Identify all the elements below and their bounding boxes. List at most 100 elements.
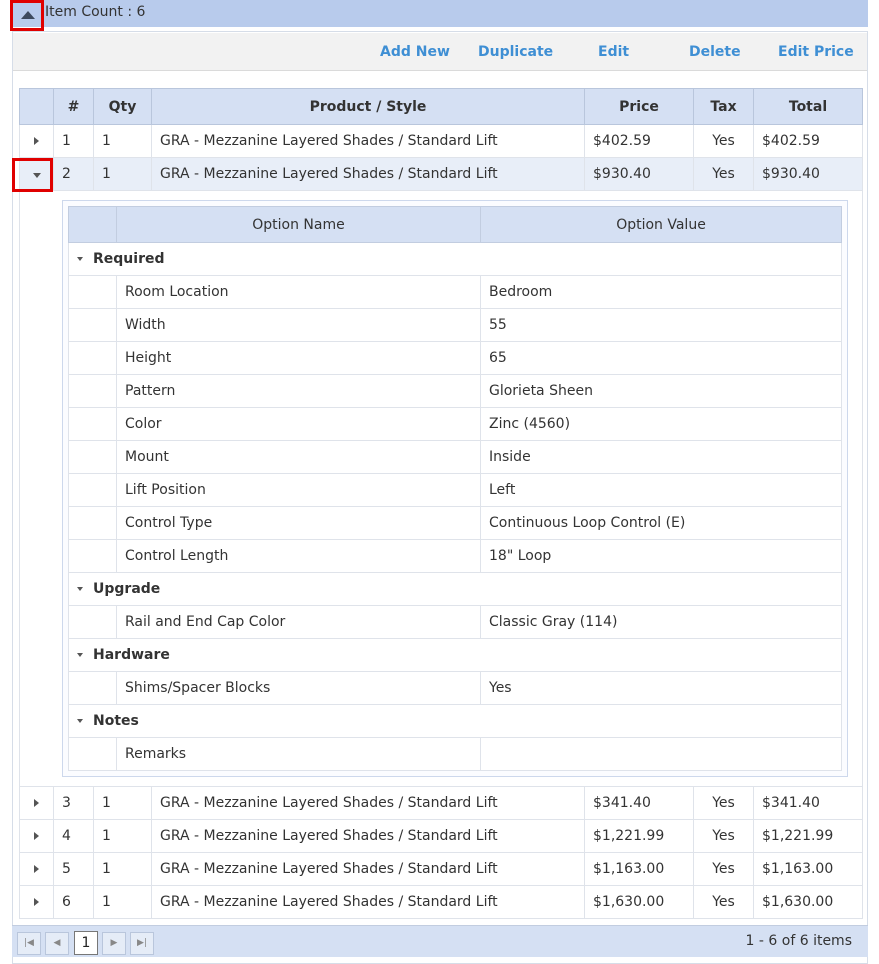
group-collapse-icon[interactable] [77,587,83,591]
column-header-qty[interactable]: Qty [93,88,152,125]
collapse-toggle-button[interactable] [10,0,44,31]
detail-row: Option Name Option Value Required Room L… [19,190,863,787]
row-tax: Yes [693,786,754,820]
group-header-hardware[interactable]: Hardware [68,638,842,672]
row-number: 6 [53,885,94,919]
table-row[interactable]: 3 1 GRA - Mezzanine Layered Shades / Sta… [19,786,863,820]
row-qty: 1 [93,819,152,853]
table-row[interactable]: 4 1 GRA - Mezzanine Layered Shades / Sta… [19,819,863,853]
option-value: Inside [480,440,842,474]
table-row[interactable]: 5 1 GRA - Mezzanine Layered Shades / Sta… [19,852,863,886]
option-row[interactable]: Shims/Spacer Blocks Yes [68,671,842,705]
grid-header-row: # Qty Product / Style Price Tax Total [19,88,863,125]
option-row[interactable]: Lift Position Left [68,473,842,507]
column-header-product[interactable]: Product / Style [151,88,585,125]
option-name: Color [116,407,481,441]
duplicate-button[interactable]: Duplicate [478,44,553,60]
triangle-up-icon [21,11,35,19]
group-header-notes[interactable]: Notes [68,704,842,738]
expand-row-button[interactable] [19,124,54,158]
option-value: Glorieta Sheen [480,374,842,408]
delete-button[interactable]: Delete [689,44,741,60]
last-page-button[interactable]: ▶| [130,932,154,955]
option-value: 65 [480,341,842,375]
option-row[interactable]: Control Length 18" Loop [68,539,842,573]
option-name: Rail and End Cap Color [116,605,481,639]
row-product: GRA - Mezzanine Layered Shades / Standar… [151,819,585,853]
group-header-upgrade[interactable]: Upgrade [68,572,842,606]
options-detail-panel: Option Name Option Value Required Room L… [62,200,848,777]
option-name: Pattern [116,374,481,408]
edit-price-button[interactable]: Edit Price [778,44,854,60]
prev-page-button[interactable]: ◀ [45,932,69,955]
option-row[interactable]: Mount Inside [68,440,842,474]
column-header-option-name[interactable]: Option Name [116,206,481,243]
expand-row-button[interactable] [19,786,54,820]
option-row[interactable]: Rail and End Cap Color Classic Gray (114) [68,605,842,639]
column-header-option-value[interactable]: Option Value [480,206,842,243]
column-header-price[interactable]: Price [584,88,694,125]
group-header-required[interactable]: Required [68,242,842,276]
edit-button[interactable]: Edit [598,44,629,60]
option-name: Room Location [116,275,481,309]
row-qty: 1 [93,786,152,820]
option-row[interactable]: Control Type Continuous Loop Control (E) [68,506,842,540]
option-name: Mount [116,440,481,474]
option-name: Remarks [116,737,481,771]
option-value: Continuous Loop Control (E) [480,506,842,540]
group-collapse-icon[interactable] [77,653,83,657]
row-total: $402.59 [753,124,863,158]
next-page-button[interactable]: ▶ [102,932,126,955]
option-value: Bedroom [480,275,842,309]
caret-right-icon [34,898,39,906]
option-row[interactable]: Color Zinc (4560) [68,407,842,441]
option-row[interactable]: Room Location Bedroom [68,275,842,309]
row-price: $1,630.00 [584,885,694,919]
option-name: Height [116,341,481,375]
row-number: 1 [53,124,94,158]
row-price: $1,163.00 [584,852,694,886]
row-price: $402.59 [584,124,694,158]
row-number: 3 [53,786,94,820]
group-collapse-icon[interactable] [77,719,83,723]
option-name: Shims/Spacer Blocks [116,671,481,705]
row-qty: 1 [93,124,152,158]
column-header-number[interactable]: # [53,88,94,125]
first-page-button[interactable]: |◀ [17,932,41,955]
option-value: Yes [480,671,842,705]
group-label: Required [93,251,165,267]
option-row[interactable]: Height 65 [68,341,842,375]
option-value: Zinc (4560) [480,407,842,441]
row-total: $930.40 [753,157,863,191]
table-row[interactable]: 6 1 GRA - Mezzanine Layered Shades / Sta… [19,885,863,919]
option-row[interactable]: Pattern Glorieta Sheen [68,374,842,408]
option-name: Control Length [116,539,481,573]
add-new-button[interactable]: Add New [380,44,450,60]
row-total: $1,221.99 [753,819,863,853]
expander-header [19,88,54,125]
option-value: 55 [480,308,842,342]
group-collapse-icon[interactable] [77,257,83,261]
row-product: GRA - Mezzanine Layered Shades / Standar… [151,852,585,886]
row-total: $1,630.00 [753,885,863,919]
expand-row-button[interactable] [19,852,54,886]
option-name: Lift Position [116,473,481,507]
column-header-total[interactable]: Total [753,88,863,125]
toolbar: Add New Duplicate Edit Delete Edit Price [13,33,867,71]
row-tax: Yes [693,157,754,191]
option-row[interactable]: Width 55 [68,308,842,342]
option-row[interactable]: Remarks [68,737,842,771]
current-page-button[interactable]: 1 [74,931,98,955]
table-row[interactable]: 1 1 GRA - Mezzanine Layered Shades / Sta… [19,124,863,158]
detail-cell: Option Name Option Value Required Room L… [19,190,863,787]
row-product: GRA - Mezzanine Layered Shades / Standar… [151,124,585,158]
row-price: $930.40 [584,157,694,191]
expand-row-button[interactable] [19,819,54,853]
expand-row-button[interactable] [19,885,54,919]
column-header-tax[interactable]: Tax [693,88,754,125]
item-count-label: Item Count : 6 [45,4,146,20]
table-row-expanded[interactable]: 2 1 GRA - Mezzanine Layered Shades / Sta… [19,157,863,191]
caret-right-icon [34,137,39,145]
row-tax: Yes [693,885,754,919]
row-qty: 1 [93,157,152,191]
